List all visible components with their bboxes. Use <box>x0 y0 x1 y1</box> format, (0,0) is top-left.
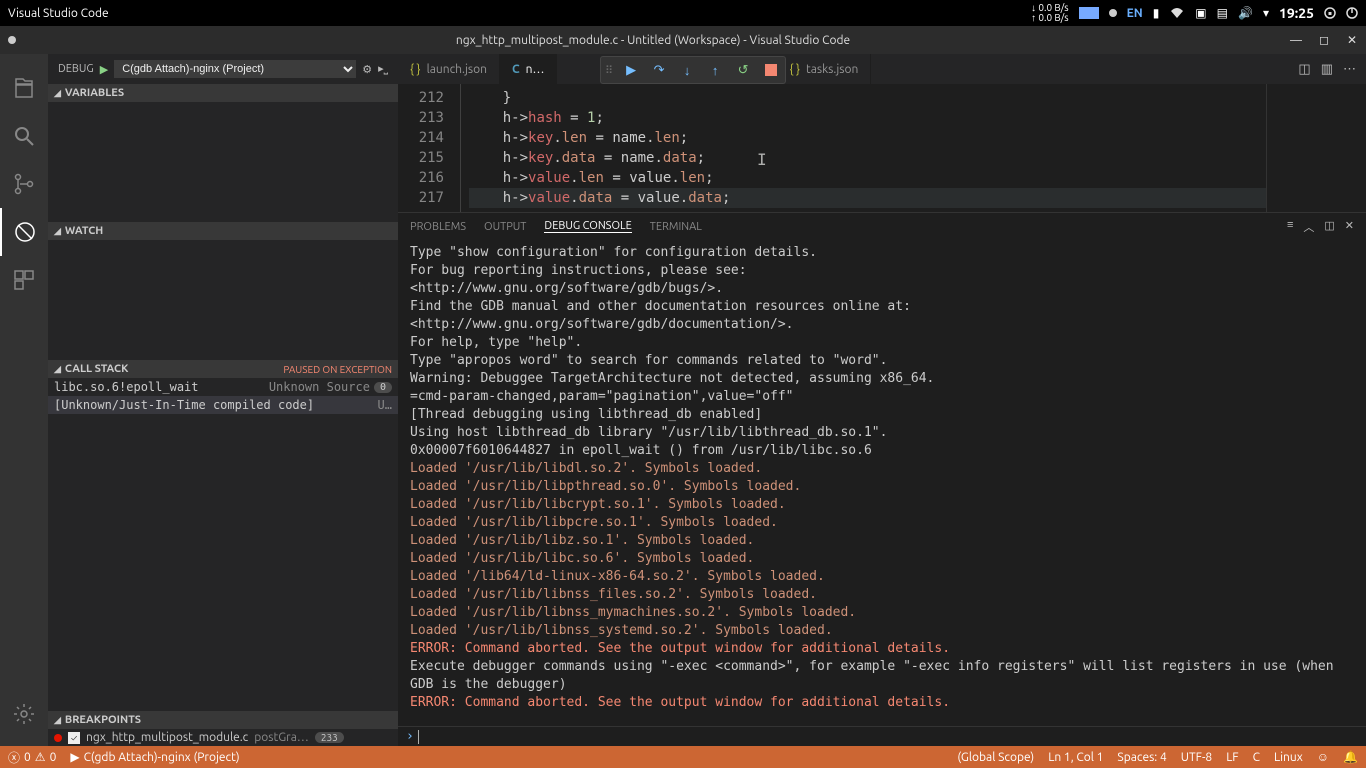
debug-console-icon[interactable]: ▸⎵ <box>378 62 388 76</box>
status-errors[interactable]: ⓧ 0 ⚠ 0 <box>8 749 56 766</box>
callstack-body: libc.so.6!epoll_waitUnknown Source0 [Unk… <box>48 378 398 414</box>
status-debug-config[interactable]: ▶ C(gdb Attach)-nginx (Project) <box>70 750 239 764</box>
activity-scm[interactable] <box>0 160 48 208</box>
activity-extensions[interactable] <box>0 256 48 304</box>
debug-restart-button[interactable]: ↺ <box>733 60 753 80</box>
modified-indicator <box>8 36 16 44</box>
taskbar-clock[interactable]: 19:25 <box>1279 5 1314 21</box>
debug-label: DEBUG <box>58 63 94 75</box>
tab-tasks-json[interactable]: { }tasks.json <box>777 54 871 84</box>
taskbar-lang[interactable]: EN <box>1127 7 1143 20</box>
c-file-icon: C <box>512 63 520 76</box>
code-editor[interactable]: 212 213 214 215 216 217 } h->hash = 1; h… <box>398 84 1366 212</box>
code-content[interactable]: } h->hash = 1; h->key.len = name.len; h-… <box>460 84 1266 212</box>
debug-continue-button[interactable]: ▶ <box>621 60 641 80</box>
minimap[interactable] <box>1266 84 1366 212</box>
status-spaces[interactable]: Spaces: 4 <box>1117 751 1166 764</box>
status-bell-icon[interactable]: 🔔 <box>1343 750 1358 764</box>
debug-header: DEBUG ▶ C(gdb Attach)-nginx (Project) ⚙ … <box>48 54 398 84</box>
activity-explorer[interactable] <box>0 64 48 112</box>
debug-toolbar[interactable]: ⠿ ▶ ↷ ↓ ↑ ↺ <box>600 56 786 84</box>
debug-step-into-button[interactable]: ↓ <box>677 60 697 80</box>
taskbar-volume-icon[interactable]: 🔊 <box>1238 6 1253 20</box>
breakpoint-checkbox[interactable]: ✓ <box>68 732 80 744</box>
taskbar-battery-icon[interactable]: ▮ <box>1153 6 1160 20</box>
panel-output[interactable]: OUTPUT <box>484 221 526 233</box>
debug-stop-button[interactable] <box>761 60 781 80</box>
status-scope[interactable]: (Global Scope) <box>957 751 1034 764</box>
panel-close-icon[interactable]: ✕ <box>1345 219 1354 235</box>
os-taskbar: Visual Studio Code ↓ 0.0 B/s↑ 0.0 B/s EN… <box>0 0 1366 26</box>
callstack-row[interactable]: [Unknown/Just-In-Time compiled code]U… <box>48 396 398 414</box>
debug-step-over-button[interactable]: ↷ <box>649 60 669 80</box>
watch-header[interactable]: ◢WATCH <box>48 222 398 240</box>
panel-problems[interactable]: PROBLEMS <box>410 221 466 233</box>
activity-bar <box>0 54 48 746</box>
json-icon: { } <box>789 63 800 76</box>
debug-toolbar-grip[interactable]: ⠿ <box>605 64 613 77</box>
callstack-header[interactable]: ◢CALL STACKPAUSED ON EXCEPTION <box>48 360 398 378</box>
taskbar-clipboard-icon[interactable]: ▣ <box>1195 6 1206 20</box>
taskbar-record-icon[interactable] <box>1109 9 1117 17</box>
callstack-row[interactable]: libc.so.6!epoll_waitUnknown Source0 <box>48 378 398 396</box>
window-close-button[interactable]: ✕ <box>1338 26 1366 54</box>
watch-body <box>48 240 398 360</box>
editor-tabs: { }launch.json Cn… { }tasks.json ◫ ▥ ⋯ <box>398 54 1366 84</box>
activity-search[interactable] <box>0 112 48 160</box>
breakpoint-dot-icon <box>54 734 62 742</box>
panel-maximize-icon[interactable]: ◫ <box>1324 219 1334 235</box>
status-ln-col[interactable]: Ln 1, Col 1 <box>1048 751 1103 764</box>
status-os[interactable]: Linux <box>1274 751 1303 764</box>
status-eol[interactable]: LF <box>1226 751 1238 764</box>
debug-sidebar: DEBUG ▶ C(gdb Attach)-nginx (Project) ⚙ … <box>48 54 398 746</box>
window-maximize-button[interactable]: ◻ <box>1310 26 1338 54</box>
editor-layout-icon[interactable]: ▥ <box>1321 62 1333 77</box>
breakpoint-func: postGra… <box>254 731 309 744</box>
panel-clear-icon[interactable]: ≡ <box>1287 219 1293 235</box>
window-title: ngx_http_multipost_module.c - Untitled (… <box>24 34 1282 47</box>
debug-start-button[interactable]: ▶ <box>100 63 108 76</box>
panel-terminal[interactable]: TERMINAL <box>650 221 702 233</box>
variables-body <box>48 102 398 222</box>
repl-prompt-icon: › <box>406 729 414 744</box>
panel-debug-console[interactable]: DEBUG CONSOLE <box>544 220 631 233</box>
activity-debug[interactable] <box>0 208 48 256</box>
editor-area: { }launch.json Cn… { }tasks.json ◫ ▥ ⋯ 2… <box>398 54 1366 746</box>
breakpoint-file: ngx_http_multipost_module.c <box>86 731 248 744</box>
activity-settings[interactable] <box>0 690 48 738</box>
breakpoints-body: ✓ ngx_http_multipost_module.c postGra… 2… <box>48 729 398 746</box>
tab-c-file[interactable]: Cn… <box>500 54 557 84</box>
taskbar-tray-icon[interactable]: ▤ <box>1217 6 1228 20</box>
taskbar-dropdown-icon[interactable]: ▾ <box>1263 6 1269 20</box>
variables-header[interactable]: ◢VARIABLES <box>48 84 398 102</box>
tab-launch-json[interactable]: { }launch.json <box>398 54 500 84</box>
title-bar: ngx_http_multipost_module.c - Untitled (… <box>0 26 1366 54</box>
text-cursor: I <box>757 150 767 170</box>
network-speed: ↓ 0.0 B/s↑ 0.0 B/s <box>1031 3 1069 23</box>
window-minimize-button[interactable]: — <box>1282 26 1310 54</box>
debug-config-select[interactable]: C(gdb Attach)-nginx (Project) <box>114 60 356 78</box>
taskbar-power-icon[interactable] <box>1346 7 1358 19</box>
status-encoding[interactable]: UTF-8 <box>1181 751 1212 764</box>
debug-settings-icon[interactable]: ⚙ <box>362 63 372 76</box>
json-icon: { } <box>410 63 421 76</box>
breakpoint-row[interactable]: ✓ ngx_http_multipost_module.c postGra… 2… <box>48 729 398 746</box>
breakpoint-line: 233 <box>315 732 344 743</box>
line-gutter: 212 213 214 215 216 217 <box>398 84 460 212</box>
debug-step-out-button[interactable]: ↑ <box>705 60 725 80</box>
editor-split-icon[interactable]: ◫ <box>1298 62 1310 77</box>
editor-more-icon[interactable]: ⋯ <box>1343 62 1356 77</box>
taskbar-lock-icon[interactable] <box>1324 7 1336 19</box>
breakpoints-header[interactable]: ◢BREAKPOINTS <box>48 711 398 729</box>
status-bar: ⓧ 0 ⚠ 0 ▶ C(gdb Attach)-nginx (Project) … <box>0 746 1366 768</box>
taskbar-workspace-indicator[interactable] <box>1079 7 1099 19</box>
taskbar-wifi-icon[interactable] <box>1169 7 1185 19</box>
status-feedback-icon[interactable]: ☺ <box>1317 750 1329 764</box>
debug-console-input[interactable]: › <box>398 726 1366 746</box>
panel-collapse-icon[interactable]: ︿ <box>1303 219 1314 235</box>
taskbar-app-title: Visual Studio Code <box>8 7 109 20</box>
status-lang[interactable]: C <box>1253 751 1260 764</box>
panel-tabs: PROBLEMS OUTPUT DEBUG CONSOLE TERMINAL ≡… <box>398 212 1366 240</box>
debug-console-output[interactable]: Type "show configuration" for configurat… <box>398 240 1366 726</box>
